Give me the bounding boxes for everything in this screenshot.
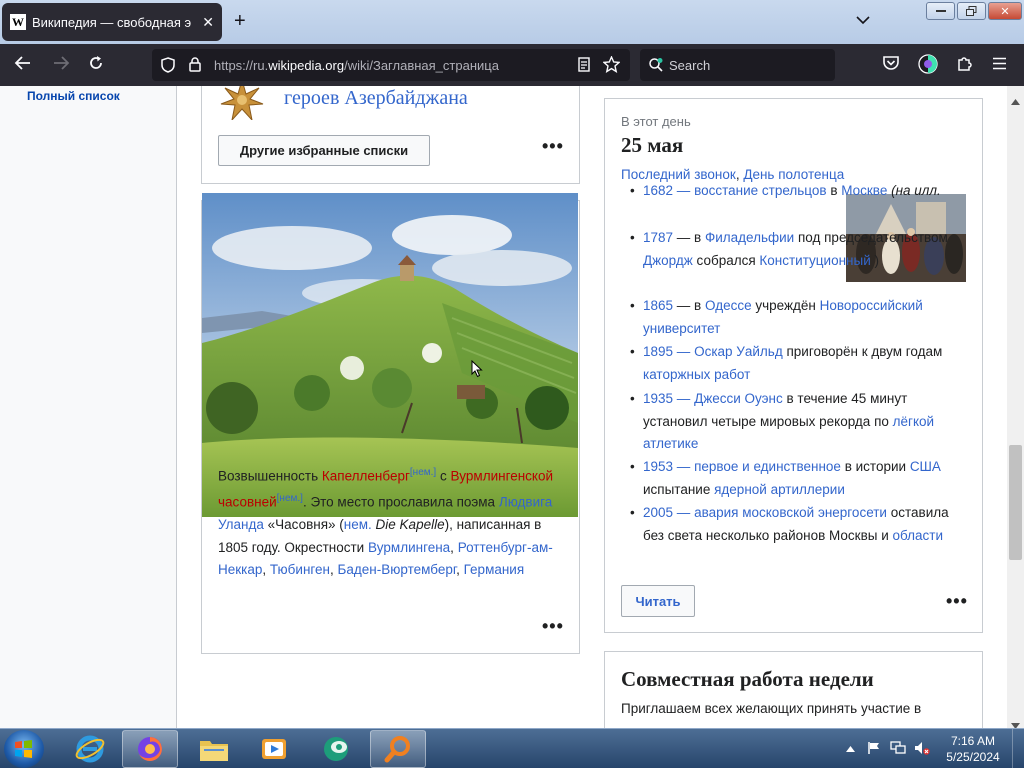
link-kapellenberg[interactable]: Капелленберг — [322, 469, 410, 484]
link-jesse-owens[interactable]: Джесси Оуэнс — [694, 391, 783, 406]
account-avatar-icon[interactable] — [918, 54, 938, 79]
link-usa[interactable]: США — [910, 459, 941, 474]
window-close-button[interactable]: ✕ — [988, 2, 1022, 20]
link-1682[interactable]: 1682 — [643, 183, 673, 198]
link-washington[interactable]: Джордж — [643, 253, 693, 268]
tab-title: Википедия — свободная энциклопедия — [32, 14, 192, 30]
reload-icon[interactable] — [88, 55, 104, 76]
scrollbar-thumb[interactable] — [1009, 445, 1022, 560]
forward-icon[interactable] — [52, 55, 70, 76]
file-explorer-icon[interactable] — [186, 730, 242, 768]
image-caption: Возвышенность Капелленберг[нем.] с Вурмл… — [218, 467, 554, 577]
left-sidebar: Полный список — [0, 86, 177, 728]
reader-view-icon[interactable] — [578, 57, 590, 77]
browser-tab-active[interactable]: W Википедия — свободная энциклопедия ✕ — [2, 3, 222, 41]
new-tab-icon[interactable]: + — [234, 10, 246, 33]
full-list-link[interactable]: Полный список — [27, 89, 120, 103]
internet-explorer-icon[interactable] — [62, 730, 118, 768]
featured-list-title-link[interactable]: героев Азербайджана — [284, 87, 468, 110]
window-restore-button[interactable] — [957, 2, 986, 20]
scroll-up-arrow-icon[interactable] — [1011, 92, 1020, 110]
clock-time: 7:16 AM — [950, 734, 996, 748]
list-all-tabs-icon[interactable] — [856, 12, 870, 28]
link-tubingen[interactable]: Тюбинген — [270, 562, 330, 577]
search-input[interactable]: Search — [669, 58, 710, 73]
link-nem-3[interactable]: нем. — [344, 517, 372, 532]
more-options-icon[interactable]: ••• — [946, 591, 968, 612]
more-options-icon[interactable]: ••• — [542, 136, 564, 157]
link-baden-wurttemberg[interactable]: Баден-Вюртемберг — [338, 562, 457, 577]
back-icon[interactable] — [14, 55, 32, 76]
event-1682: 1682 — восстание стрельцов в Москве (на … — [630, 180, 965, 203]
event-1953: 1953 — первое и единственное в истории С… — [630, 456, 965, 501]
clock-date: 5/25/2024 — [946, 750, 1000, 764]
wikipedia-favicon-icon: W — [10, 14, 26, 30]
network-icon[interactable] — [890, 741, 906, 758]
link-1895[interactable]: 1895 — [643, 344, 673, 359]
search-engine-icon[interactable] — [648, 57, 664, 78]
azerbaijan-hero-star-icon — [219, 86, 265, 122]
link-moscow-blackout[interactable]: авария московской энергосети — [694, 505, 887, 520]
system-clock[interactable]: 7:16 AM 5/25/2024 — [940, 733, 1006, 765]
link-philadelphia[interactable]: Филадельфии — [705, 230, 794, 245]
event-1935: 1935 — Джесси Оуэнс в течение 45 минут у… — [630, 388, 965, 456]
window-minimize-button[interactable] — [926, 2, 955, 20]
link-germany[interactable]: Германия — [464, 562, 525, 577]
link-1935[interactable]: 1935 — [643, 391, 673, 406]
event-2005: 2005 — авария московской энергосети оста… — [630, 502, 965, 547]
event-1787: 1787 — в Филадельфии под председательств… — [630, 227, 965, 272]
page-content: Полный список героев Азербайджана Другие… — [0, 86, 1007, 728]
more-options-icon[interactable]: ••• — [542, 616, 564, 637]
link-1865[interactable]: 1865 — [643, 298, 673, 313]
collaboration-title: Совместная работа недели — [621, 667, 874, 691]
read-button[interactable]: Читать — [621, 585, 695, 617]
start-button[interactable] — [4, 730, 44, 768]
search-magnifier-taskbar-button[interactable] — [370, 730, 426, 768]
on-this-day-label: В этот день — [621, 114, 691, 129]
link-first-and-only[interactable]: первое и единственное — [694, 459, 841, 474]
windows-taskbar: 7:16 AM 5/25/2024 — [0, 728, 1024, 769]
app-menu-icon[interactable] — [992, 55, 1007, 75]
link-moscow[interactable]: Москве — [841, 183, 887, 198]
tab-close-icon[interactable]: ✕ — [202, 14, 214, 31]
link-1787[interactable]: 1787 — [643, 230, 673, 245]
link-nuclear-artillery[interactable]: ядерной артиллерии — [714, 482, 845, 497]
browser-title-bar: W Википедия — свободная энциклопедия ✕ +… — [0, 0, 1024, 44]
show-hidden-icons-icon[interactable] — [846, 741, 855, 755]
pocket-icon[interactable] — [882, 55, 900, 76]
media-player-icon[interactable] — [246, 730, 302, 768]
link-streltsy-uprising[interactable]: восстание стрельцов — [694, 183, 827, 198]
extensions-icon[interactable] — [956, 55, 973, 77]
search-bar[interactable]: Search — [640, 49, 835, 81]
link-wurmlingen[interactable]: Вурмлингена — [368, 540, 450, 555]
link-nem-2[interactable]: [нем.] — [277, 493, 303, 504]
url-bar[interactable]: https://ru.wikipedia.org/wiki/Заглавная_… — [152, 49, 630, 81]
link-oblast[interactable]: области — [893, 528, 944, 543]
link-nem-1[interactable]: [нем.] — [410, 467, 436, 478]
collaboration-text: Приглашаем всех желающих принять участие… — [621, 701, 922, 716]
mouse-cursor-icon — [471, 359, 483, 383]
volume-muted-icon[interactable] — [914, 741, 930, 758]
bookmark-star-icon[interactable] — [602, 55, 621, 78]
vertical-scrollbar[interactable] — [1007, 86, 1024, 729]
link-hard-labor[interactable]: каторжных работ — [643, 367, 750, 382]
link-odessa[interactable]: Одессе — [705, 298, 752, 313]
link-1953[interactable]: 1953 — [643, 459, 673, 474]
event-1865: 1865 — в Одессе учреждён Новороссийский … — [630, 295, 965, 340]
link-constitutional-convention[interactable]: Конституционный — [759, 253, 870, 268]
event-1895: 1895 — Оскар Уайльд приговорён к двум го… — [630, 341, 965, 386]
url-text: https://ru.wikipedia.org/wiki/Заглавная_… — [214, 58, 499, 73]
link-oscar-wilde[interactable]: Оскар Уайльд — [694, 344, 783, 359]
firefox-taskbar-button[interactable] — [122, 730, 178, 768]
link-2005[interactable]: 2005 — [643, 505, 673, 520]
lock-icon[interactable] — [189, 57, 201, 77]
tracking-protection-shield-icon[interactable] — [161, 57, 175, 78]
other-featured-lists-button[interactable]: Другие избранные списки — [218, 135, 430, 166]
navigation-toolbar: https://ru.wikipedia.org/wiki/Заглавная_… — [0, 44, 1024, 86]
action-center-flag-icon[interactable] — [867, 741, 881, 758]
show-desktop-button[interactable] — [1012, 729, 1024, 769]
app-green-globe-icon[interactable] — [308, 730, 364, 768]
on-this-day-date: 25 мая — [621, 133, 684, 157]
